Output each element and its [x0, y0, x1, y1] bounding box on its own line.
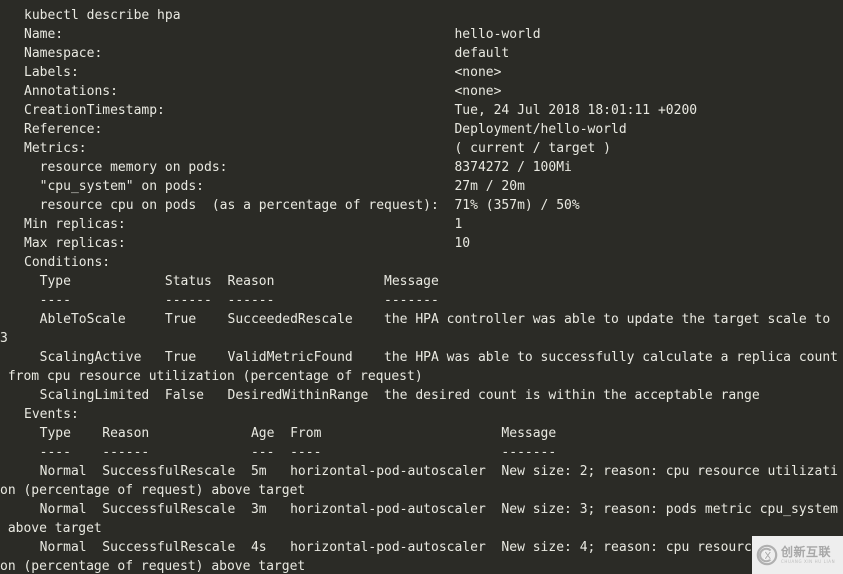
terminal-line-events-header: Type Reason Age From Message [24, 426, 557, 441]
terminal-line-event-1-wrap: on (percentage of request) above target [0, 483, 306, 498]
terminal-line-condition-scaling-active-wrap: from cpu resource utilization (percentag… [0, 369, 423, 384]
watermark-overlay: 创新互联 CHUANG XIN HU LIAN [752, 536, 843, 574]
terminal-line-max-replicas: Max replicas: 10 [24, 236, 471, 251]
terminal-line-events-label: Events: [24, 407, 79, 422]
terminal-line-command: kubectl describe hpa [24, 8, 181, 23]
terminal-line-conditions-rule: ---- ------ ------ ------- [24, 293, 439, 308]
terminal-line-name: Name: hello-world [24, 27, 541, 42]
terminal-line-condition-scaling-limited: ScalingLimited False DesiredWithinRange … [24, 388, 760, 403]
watermark-en-text: CHUANG XIN HU LIAN [781, 559, 836, 564]
terminal-line-reference: Reference: Deployment/hello-world [24, 122, 627, 137]
terminal-line-condition-able-to-scale: AbleToScale True SucceededRescale the HP… [24, 312, 838, 327]
terminal-output[interactable]: kubectl describe hpa Name: hello-world N… [0, 6, 843, 574]
terminal-line-annotations: Annotations: <none> [24, 84, 502, 99]
terminal-line-metric-memory: resource memory on pods: 8374272 / 100Mi [24, 160, 572, 175]
terminal-line-metrics-header: Metrics: ( current / target ) [24, 141, 611, 156]
watermark-logo-icon [756, 544, 778, 566]
terminal-line-event-1: Normal SuccessfulRescale 5m horizontal-p… [24, 464, 838, 479]
terminal-line-event-2-wrap: above target [0, 521, 102, 536]
terminal-line-metric-cpu: resource cpu on pods (as a percentage of… [24, 198, 580, 213]
terminal-line-events-rule: ---- ------ --- ---- ------- [24, 445, 557, 460]
terminal-line-condition-able-to-scale-wrap: 3 [0, 331, 8, 346]
terminal-line-namespace: Namespace: default [24, 46, 510, 61]
terminal-line-conditions-header: Type Status Reason Message [24, 274, 439, 289]
terminal-line-metric-cpu-system: "cpu_system" on pods: 27m / 20m [24, 179, 525, 194]
watermark-cn-text: 创新互联 [781, 545, 832, 559]
terminal-line-event-3: Normal SuccessfulRescale 4s horizontal-p… [24, 540, 838, 555]
terminal-line-event-3-wrap: on (percentage of request) above target [0, 559, 306, 574]
terminal-line-event-2: Normal SuccessfulRescale 3m horizontal-p… [24, 502, 838, 517]
terminal-line-creation-timestamp: CreationTimestamp: Tue, 24 Jul 2018 18:0… [24, 103, 698, 118]
terminal-line-condition-scaling-active: ScalingActive True ValidMetricFound the … [24, 350, 838, 365]
terminal-line-min-replicas: Min replicas: 1 [24, 217, 463, 232]
terminal-line-labels: Labels: <none> [24, 65, 502, 80]
terminal-line-conditions-label: Conditions: [24, 255, 111, 270]
terminal-window: kubectl describe hpa Name: hello-world N… [0, 0, 843, 574]
